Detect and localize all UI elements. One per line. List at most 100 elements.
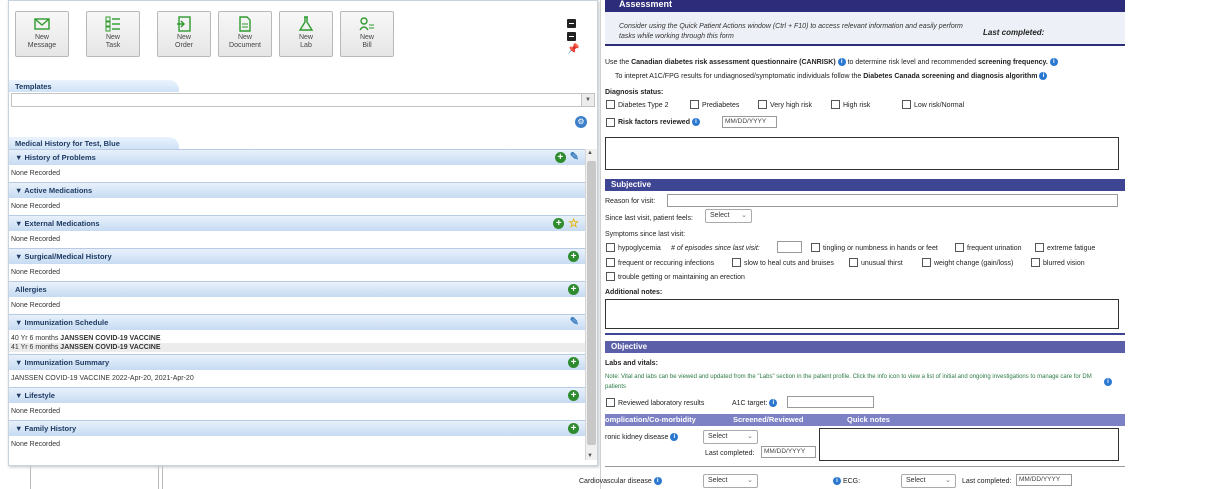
star-icon[interactable]: ☆ xyxy=(568,217,579,229)
scroll-up-icon[interactable]: ▲ xyxy=(587,150,593,156)
canrisk-link[interactable]: Canadian diabetes risk assessment questi… xyxy=(631,59,836,66)
high-risk-checkbox[interactable] xyxy=(831,100,840,109)
tingling-checkbox[interactable] xyxy=(811,243,820,252)
canrisk-line: Use the Canadian diabetes risk assessmen… xyxy=(605,58,1058,67)
add-icon[interactable]: + xyxy=(568,357,579,368)
chevron-down-icon: ⌄ xyxy=(747,477,753,484)
pencil-icon[interactable]: ✎ xyxy=(570,152,579,163)
add-icon[interactable]: + xyxy=(568,251,579,262)
info-icon[interactable]: i xyxy=(670,433,679,442)
weight-change-checkbox[interactable] xyxy=(922,258,931,267)
new-message-button[interactable]: New Message xyxy=(15,11,69,57)
risk-factors-checkbox[interactable] xyxy=(606,118,615,127)
section-family-history[interactable]: ▼ Family History + xyxy=(9,420,585,436)
section-title: Surgical/Medical History xyxy=(24,252,112,261)
prediabetes-checkbox[interactable] xyxy=(690,100,699,109)
ecg-last-completed-label: Last completed: xyxy=(962,478,1012,485)
new-bill-button[interactable]: New Bill xyxy=(340,11,394,57)
medical-history-tab[interactable]: Medical History for Test, Blue xyxy=(9,137,179,149)
section-lifestyle[interactable]: ▼ Lifestyle + xyxy=(9,387,585,403)
risk-factors-text: Risk factors reviewed xyxy=(618,119,690,126)
reviewed-labs-label: Reviewed laboratory results xyxy=(618,400,705,407)
ckd-last-completed-label: Last completed: xyxy=(705,450,755,457)
info-icon[interactable]: i xyxy=(1104,378,1112,386)
reviewed-labs-checkbox[interactable] xyxy=(606,398,615,407)
templates-select[interactable]: ▼ xyxy=(11,93,595,107)
info-icon[interactable]: i xyxy=(1049,58,1058,67)
ckd-screened-select[interactable]: Select ⌄ xyxy=(703,430,758,444)
info-icon[interactable]: i xyxy=(1039,72,1048,81)
chevron-down-icon: ⌄ xyxy=(741,212,747,219)
row-divider xyxy=(605,466,1125,467)
very-high-risk-label: Very high risk xyxy=(770,102,813,109)
section-immunization-schedule[interactable]: ▼ Immunization Schedule ✎ xyxy=(9,314,585,330)
patient-feels-select[interactable]: Select ⌄ xyxy=(705,209,752,223)
diabetes-type2-label: Diabetes Type 2 xyxy=(618,102,669,109)
ecg-date-input[interactable]: MM/DD/YYYY xyxy=(1016,474,1072,486)
slow-heal-checkbox[interactable] xyxy=(732,258,741,267)
minimize-icon[interactable] xyxy=(567,19,576,28)
scroll-down-icon[interactable]: ▼ xyxy=(587,453,593,459)
section-immunization-summary[interactable]: ▼ Immunization Summary + xyxy=(9,354,585,370)
assessment-note: Consider using the Quick Patient Actions… xyxy=(605,12,1125,46)
erection-checkbox[interactable] xyxy=(606,272,615,281)
hypoglycemia-checkbox[interactable] xyxy=(606,243,615,252)
new-document-button[interactable]: New Document xyxy=(218,11,272,57)
a1c-target-text: A1C target: xyxy=(732,400,768,407)
urination-checkbox[interactable] xyxy=(955,243,964,252)
blurred-vision-checkbox[interactable] xyxy=(1031,258,1040,267)
high-risk-label: High risk xyxy=(843,102,871,109)
info-icon[interactable]: i xyxy=(833,477,841,486)
new-task-button[interactable]: New Task xyxy=(86,11,140,57)
info-icon[interactable]: i xyxy=(653,477,662,486)
add-icon[interactable]: + xyxy=(568,423,579,434)
section-surgical-medical-history[interactable]: ▼ Surgical/Medical History + xyxy=(9,248,585,264)
thirst-label: unusual thirst xyxy=(861,260,903,267)
infections-checkbox[interactable] xyxy=(606,258,615,267)
hypoglycemia-label: hypoglycemia xyxy=(618,245,661,252)
new-order-button[interactable]: New Order xyxy=(157,11,211,57)
add-icon[interactable]: + xyxy=(553,218,565,229)
info-icon[interactable]: i xyxy=(769,399,778,408)
section-value: None Recorded xyxy=(9,403,585,420)
scroll-thumb[interactable] xyxy=(587,161,596,445)
risk-factors-date[interactable]: MM/DD/YYYY xyxy=(722,116,777,128)
ckd-date-input[interactable]: MM/DD/YYYY xyxy=(761,446,816,458)
ckd-quick-notes[interactable] xyxy=(819,428,1119,461)
algorithm-link[interactable]: Diabetes Canada screening and diagnosis … xyxy=(863,73,1037,80)
episodes-input[interactable] xyxy=(777,241,802,253)
section-title: Active Medications xyxy=(24,186,93,195)
cvd-screened-select[interactable]: Select ⌄ xyxy=(703,474,758,488)
thirst-checkbox[interactable] xyxy=(849,258,858,267)
low-risk-checkbox[interactable] xyxy=(902,100,911,109)
additional-notes-input[interactable] xyxy=(605,299,1119,329)
section-active-medications[interactable]: ▼ Active Medications xyxy=(9,182,585,198)
fatigue-checkbox[interactable] xyxy=(1035,243,1044,252)
medical-history-scrollbar[interactable]: ▲ ▼ xyxy=(585,149,597,460)
section-external-medications[interactable]: ▼ External Medications + ☆ xyxy=(9,215,585,231)
ecg-select[interactable]: Select ⌄ xyxy=(901,474,956,488)
templates-tab[interactable]: Templates xyxy=(9,80,179,92)
very-high-risk-checkbox[interactable] xyxy=(758,100,767,109)
section-history-of-problems[interactable]: ▼ History of Problems + ✎ xyxy=(9,149,585,165)
new-lab-button[interactable]: New Lab xyxy=(279,11,333,57)
assessment-notes[interactable] xyxy=(605,137,1119,170)
gear-icon[interactable]: ⚙ xyxy=(575,116,587,128)
info-icon[interactable]: i xyxy=(691,118,700,127)
infections-label: frequent or reccuring infections xyxy=(618,260,715,267)
add-icon[interactable]: + xyxy=(554,152,566,163)
info-icon[interactable]: i xyxy=(837,58,846,67)
pin-icon[interactable]: 📌 xyxy=(567,45,583,55)
add-icon[interactable]: + xyxy=(568,284,579,295)
add-icon[interactable]: + xyxy=(568,390,579,401)
a1c-target-input[interactable] xyxy=(787,396,874,408)
objective-header: Objective xyxy=(605,341,1125,353)
checklist-icon xyxy=(105,16,120,32)
chevron-down-icon[interactable]: ▼ xyxy=(581,94,594,106)
section-allergies[interactable]: Allergies + xyxy=(9,281,585,297)
section-title: Immunization Summary xyxy=(24,358,110,367)
pencil-icon[interactable]: ✎ xyxy=(570,317,579,328)
reason-input[interactable] xyxy=(667,194,1118,207)
collapse-icon[interactable] xyxy=(567,32,576,41)
diabetes-type2-checkbox[interactable] xyxy=(606,100,615,109)
